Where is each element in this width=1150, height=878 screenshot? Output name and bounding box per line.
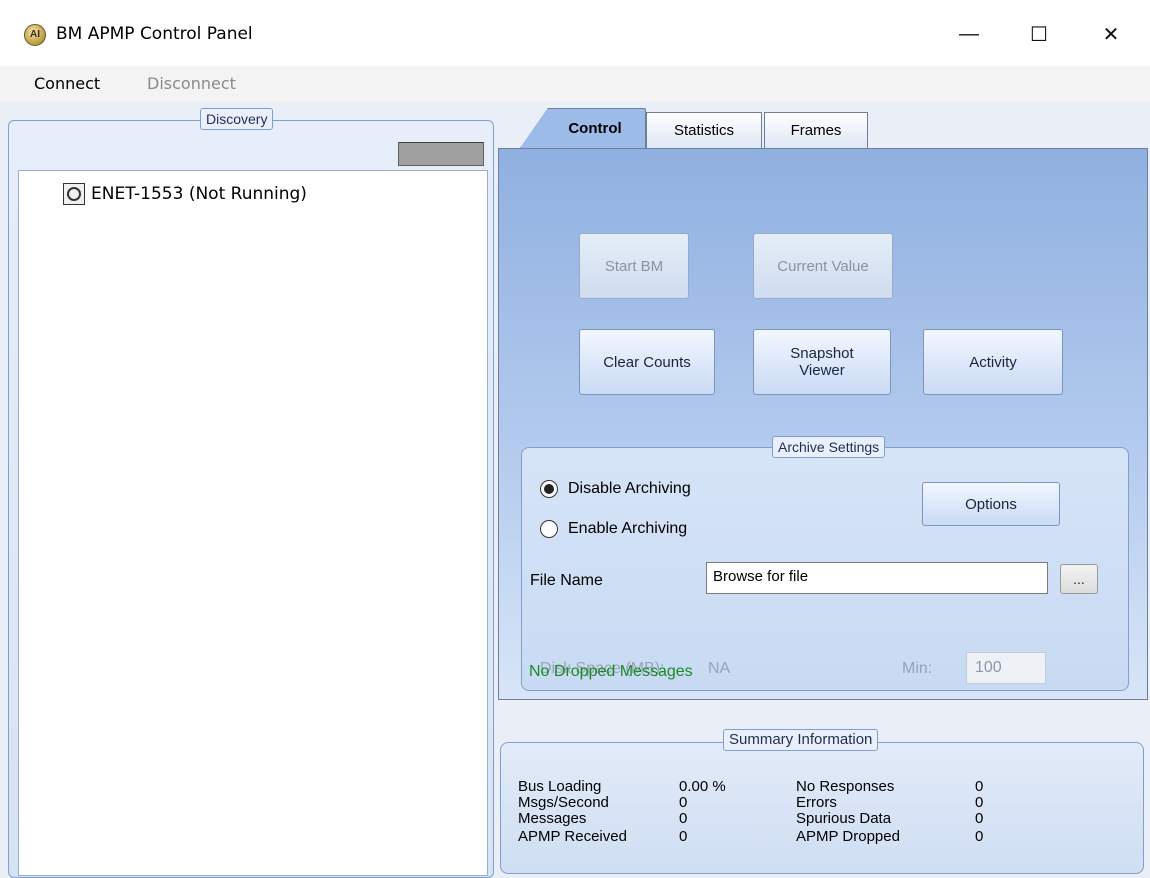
radio-unselected-icon <box>540 520 558 538</box>
summary-label: Msgs/Second <box>518 794 609 811</box>
enable-archiving-label: Enable Archiving <box>568 520 688 537</box>
snapshot-viewer-button[interactable]: Snapshot Viewer <box>753 329 891 395</box>
summary-value: 0 <box>975 828 984 845</box>
summary-value: 0 <box>679 810 688 827</box>
disable-archiving-label: Disable Archiving <box>568 480 691 497</box>
summary-value: 0 <box>679 828 688 845</box>
summary-value: 0 <box>975 810 984 827</box>
summary-label: Spurious Data <box>796 810 892 827</box>
clear-counts-button[interactable]: Clear Counts <box>579 329 715 395</box>
archive-settings-group: Archive Settings Disable Archiving Enabl… <box>521 436 1129 691</box>
device-tree[interactable]: ENET-1553 (Not Running) <box>18 170 488 876</box>
device-status-icon <box>63 183 85 205</box>
browse-button[interactable]: ... <box>1060 564 1098 594</box>
discovery-title: Discovery <box>200 108 274 130</box>
close-button[interactable]: ✕ <box>1088 14 1134 54</box>
tab-frames[interactable]: Frames <box>764 112 868 148</box>
summary-label: Messages <box>518 810 587 827</box>
tree-item-device[interactable]: ENET-1553 (Not Running) <box>63 183 307 205</box>
dropped-status: No Dropped Messages <box>529 663 693 680</box>
discovery-progress-bar <box>398 142 484 166</box>
summary-title: Summary Information <box>723 729 879 751</box>
disk-space-value: NA <box>708 660 731 677</box>
summary-value: 0 <box>975 778 984 795</box>
file-name-input[interactable]: Browse for file <box>706 562 1048 594</box>
summary-label: Errors <box>796 794 837 811</box>
radio-selected-icon <box>540 480 558 498</box>
tab-control[interactable]: Control <box>520 108 646 148</box>
min-label: Min: <box>902 660 933 677</box>
summary-value: 0 <box>975 794 984 811</box>
summary-label: APMP Received <box>518 828 627 845</box>
summary-value: 0.00 % <box>679 778 726 795</box>
file-name-label: File Name <box>530 572 603 589</box>
tab-statistics[interactable]: Statistics <box>646 112 762 148</box>
archive-settings-title: Archive Settings <box>772 436 886 458</box>
disable-archiving-radio[interactable]: Disable Archiving <box>540 480 691 498</box>
tree-item-label: ENET-1553 (Not Running) <box>91 184 307 204</box>
tab-area: Statistics Frames Control Start BM Curre… <box>498 108 1150 700</box>
summary-value: 0 <box>679 794 688 811</box>
min-input[interactable]: 100 <box>966 652 1046 684</box>
minimize-button[interactable]: — <box>946 14 992 54</box>
summary-label: Bus Loading <box>518 778 602 795</box>
menu-disconnect[interactable]: Disconnect <box>147 74 236 93</box>
summary-label: No Responses <box>796 778 895 795</box>
summary-information-group: Summary Information Bus Loading Msgs/Sec… <box>500 729 1144 874</box>
control-tab-panel: Start BM Current Value Clear Counts Snap… <box>498 148 1148 700</box>
snapshot-viewer-label-line2: Viewer <box>799 362 845 379</box>
options-button[interactable]: Options <box>922 482 1060 526</box>
app-icon: AI <box>24 24 46 46</box>
title-bar: AI BM APMP Control Panel — ☐ ✕ <box>0 0 1150 66</box>
summary-label: APMP Dropped <box>796 828 900 845</box>
window-title: BM APMP Control Panel <box>56 24 253 44</box>
snapshot-viewer-label-line1: Snapshot <box>790 345 854 362</box>
current-value-button[interactable]: Current Value <box>753 233 893 299</box>
enable-archiving-radio[interactable]: Enable Archiving <box>540 520 687 538</box>
snapshot-viewer-label: Snapshot Viewer <box>790 345 853 379</box>
menu-bar: Connect Disconnect <box>0 66 1150 102</box>
menu-connect[interactable]: Connect <box>34 74 100 93</box>
maximize-button[interactable]: ☐ <box>1016 14 1062 54</box>
start-bm-button[interactable]: Start BM <box>579 233 689 299</box>
activity-button[interactable]: Activity <box>923 329 1063 395</box>
